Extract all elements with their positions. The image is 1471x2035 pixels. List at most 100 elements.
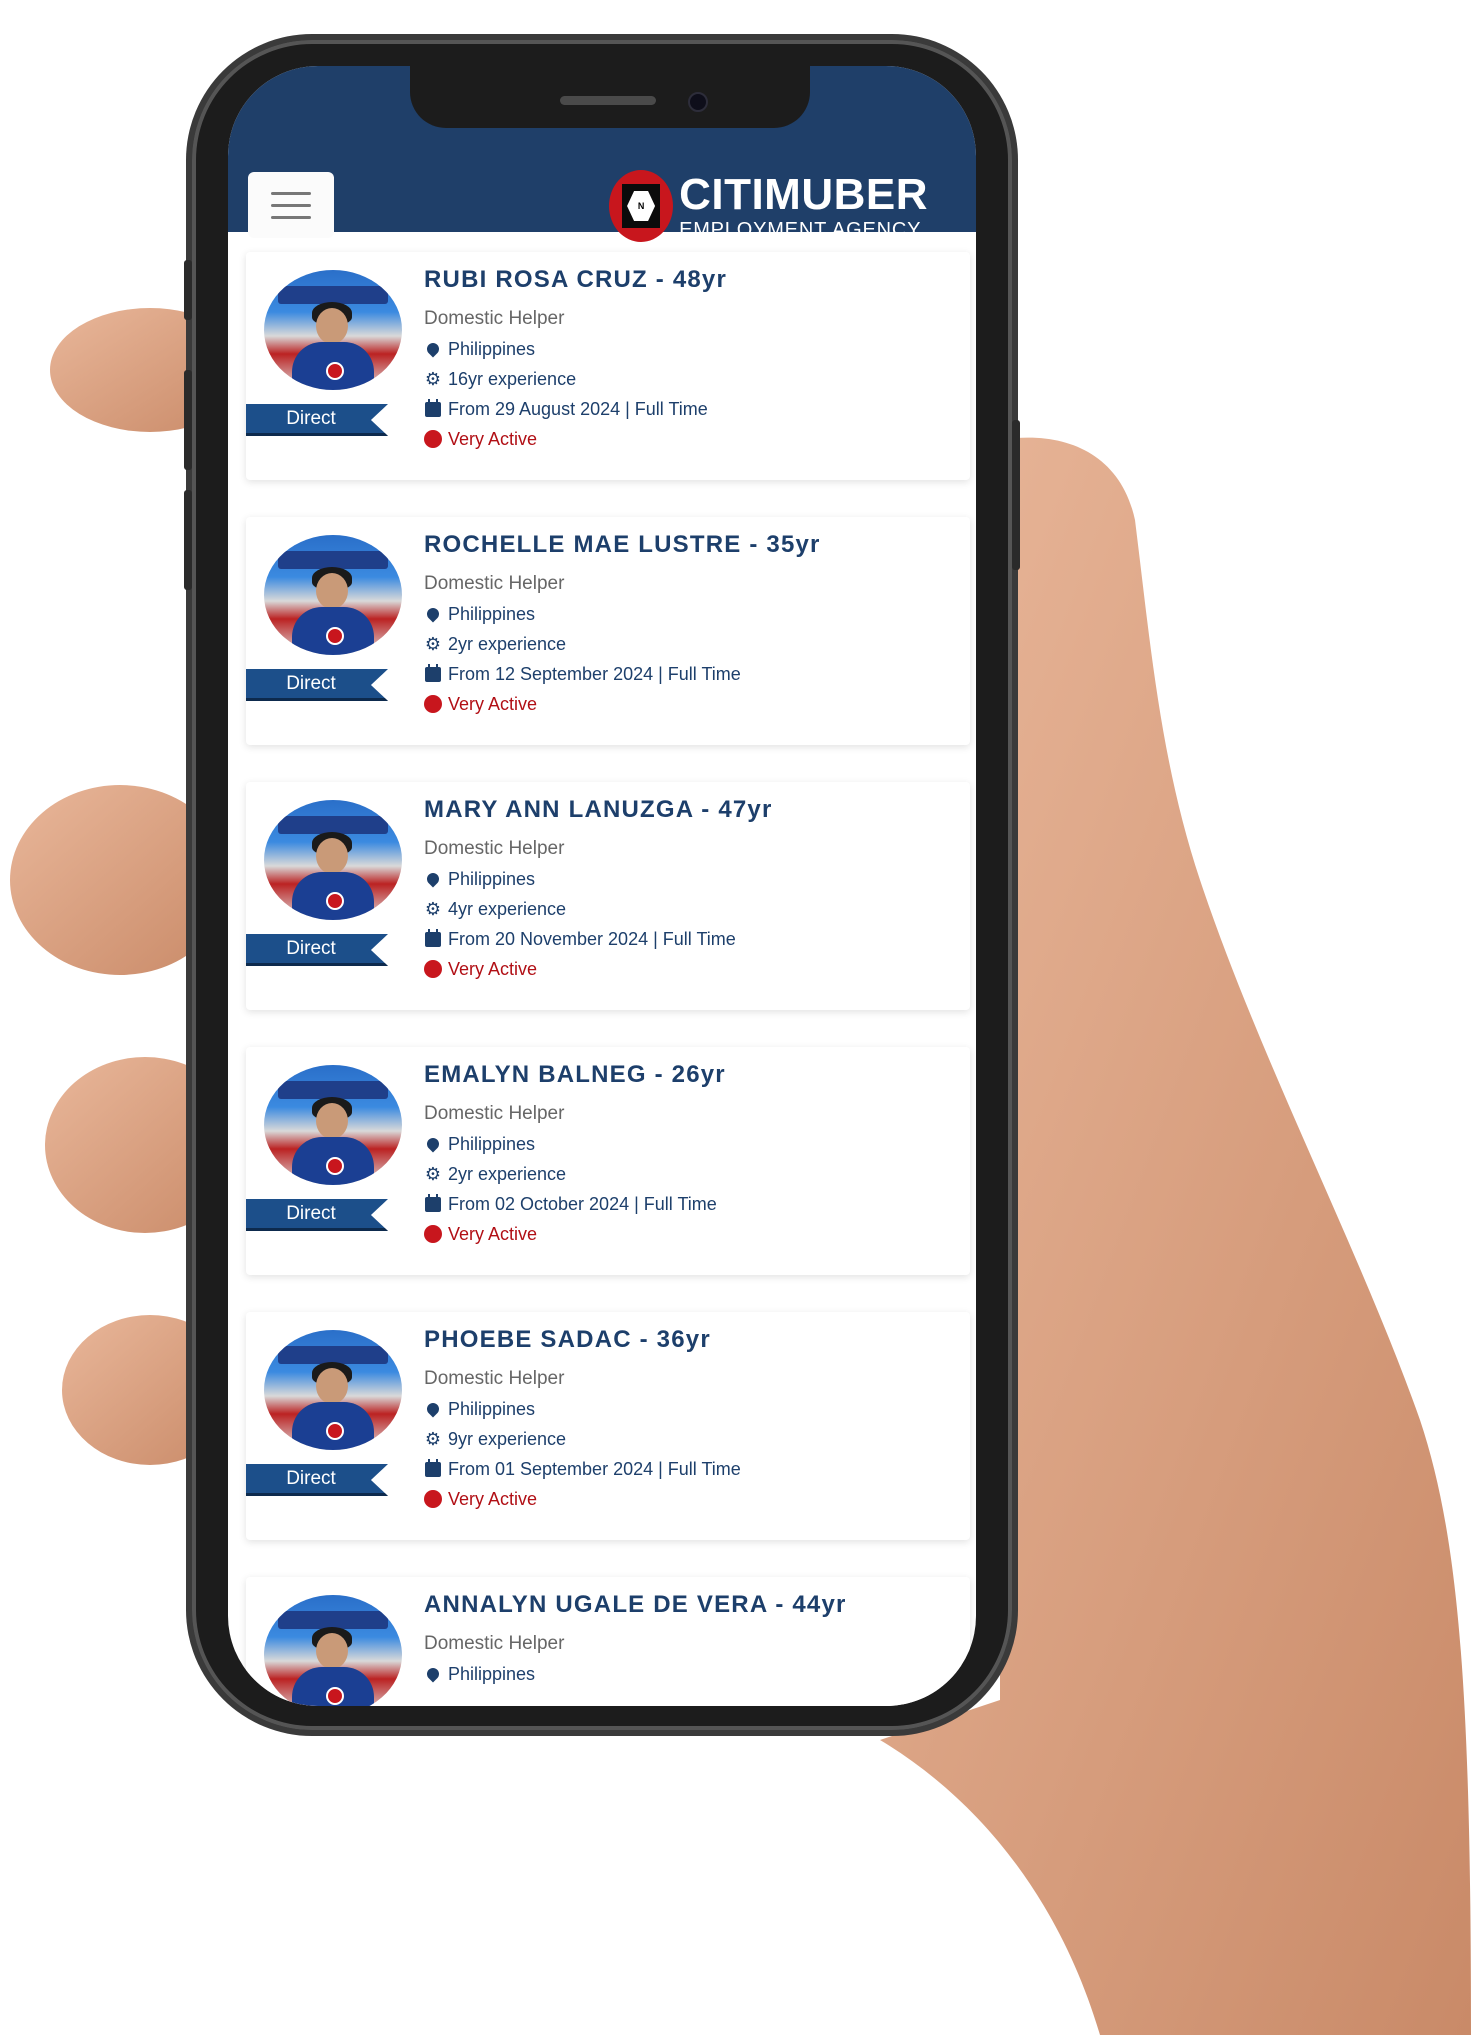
candidate-name[interactable]: PHOEBE SADAC - 36yr bbox=[424, 1326, 741, 1354]
country-row: Philippines bbox=[424, 1663, 847, 1685]
status-dot-icon bbox=[424, 430, 442, 448]
experience-row: ⚙ 2yr experience bbox=[424, 1163, 726, 1185]
phone-volume-down bbox=[184, 490, 192, 590]
hamburger-menu-button[interactable] bbox=[248, 172, 334, 238]
experience-row: ⚙ 9yr experience bbox=[424, 1428, 741, 1450]
candidate-country: Philippines bbox=[448, 1663, 536, 1684]
candidate-card[interactable]: Direct RUBI ROSA CRUZ - 48yr Domestic He… bbox=[246, 252, 970, 480]
candidate-card[interactable]: Direct PHOEBE SADAC - 36yr Domestic Help… bbox=[246, 1312, 970, 1540]
brand-logo[interactable]: N CITIMUBER EMPLOYMENT AGENCY bbox=[609, 170, 928, 242]
candidate-availability: From 29 August 2024 | Full Time bbox=[448, 398, 708, 419]
candidate-role: Domestic Helper bbox=[424, 838, 565, 859]
experience-row: ⚙ 16yr experience bbox=[424, 368, 727, 390]
phone-frame: N CITIMUBER EMPLOYMENT AGENCY Direct RUB… bbox=[184, 40, 1020, 1730]
candidate-card[interactable]: Direct MARY ANN LANUZGA - 47yr Domestic … bbox=[246, 782, 970, 1010]
photo-head bbox=[316, 1103, 348, 1139]
experience-row: ⚙ 2yr experience bbox=[424, 633, 821, 655]
country-row: Philippines bbox=[424, 338, 727, 360]
candidate-photo[interactable] bbox=[264, 800, 402, 920]
candidate-photo[interactable] bbox=[264, 1595, 402, 1706]
candidate-role: Domestic Helper bbox=[424, 1368, 565, 1389]
map-pin-icon bbox=[424, 1400, 442, 1418]
gear-icon: ⚙ bbox=[424, 369, 442, 389]
logo-mark-letter: N bbox=[627, 191, 656, 221]
candidate-card[interactable]: ANNALYN UGALE DE VERA - 44yr Domestic He… bbox=[246, 1577, 970, 1706]
candidate-card[interactable]: Direct EMALYN BALNEG - 26yr Domestic Hel… bbox=[246, 1047, 970, 1275]
calendar-icon bbox=[424, 1458, 442, 1477]
candidate-photo[interactable] bbox=[264, 535, 402, 655]
calendar-icon bbox=[424, 928, 442, 947]
availability-row: From 29 August 2024 | Full Time bbox=[424, 398, 727, 420]
phone-notch bbox=[410, 66, 810, 128]
candidate-country: Philippines bbox=[448, 1398, 536, 1419]
availability-row: From 02 October 2024 | Full Time bbox=[424, 1193, 726, 1215]
photo-head bbox=[316, 308, 348, 344]
status-row: Very Active bbox=[424, 428, 727, 450]
candidate-name[interactable]: ANNALYN UGALE DE VERA - 44yr bbox=[424, 1591, 847, 1619]
hamburger-menu-icon-line bbox=[271, 191, 311, 195]
hamburger-menu-icon-line bbox=[271, 215, 311, 219]
candidate-country: Philippines bbox=[448, 338, 536, 359]
country-row: Philippines bbox=[424, 868, 773, 890]
calendar-icon bbox=[424, 663, 442, 682]
candidate-photo[interactable] bbox=[264, 1065, 402, 1185]
candidate-availability: From 01 September 2024 | Full Time bbox=[448, 1458, 741, 1479]
candidate-experience: 2yr experience bbox=[448, 633, 567, 654]
photo-head bbox=[316, 838, 348, 874]
candidate-status: Very Active bbox=[448, 1488, 538, 1509]
candidate-availability: From 20 November 2024 | Full Time bbox=[448, 928, 736, 949]
gear-icon: ⚙ bbox=[424, 1164, 442, 1184]
candidate-card[interactable]: Direct ROCHELLE MAE LUSTRE - 35yr Domest… bbox=[246, 517, 970, 745]
candidate-name[interactable]: RUBI ROSA CRUZ - 48yr bbox=[424, 266, 727, 294]
candidate-status: Very Active bbox=[448, 1223, 538, 1244]
phone-power-button bbox=[1012, 420, 1020, 570]
calendar-icon bbox=[424, 1193, 442, 1212]
speaker-grille bbox=[560, 96, 656, 105]
candidate-role: Domestic Helper bbox=[424, 573, 565, 594]
gear-icon: ⚙ bbox=[424, 899, 442, 919]
logo-mark-icon: N bbox=[609, 170, 674, 242]
status-dot-icon bbox=[424, 695, 442, 713]
gear-icon: ⚙ bbox=[424, 634, 442, 654]
photo-head bbox=[316, 1368, 348, 1404]
candidate-role: Domestic Helper bbox=[424, 1103, 565, 1124]
map-pin-icon bbox=[424, 1135, 442, 1153]
candidate-photo[interactable] bbox=[264, 270, 402, 390]
photo-head bbox=[316, 1633, 348, 1669]
candidate-experience: 4yr experience bbox=[448, 898, 567, 919]
hire-type-badge: Direct bbox=[246, 934, 388, 966]
candidate-country: Philippines bbox=[448, 1133, 536, 1154]
map-pin-icon bbox=[424, 1665, 442, 1683]
status-row: Very Active bbox=[424, 958, 773, 980]
country-row: Philippines bbox=[424, 1398, 741, 1420]
gear-icon: ⚙ bbox=[424, 1429, 442, 1449]
candidate-role: Domestic Helper bbox=[424, 1633, 565, 1654]
availability-row: From 20 November 2024 | Full Time bbox=[424, 928, 773, 950]
candidate-status: Very Active bbox=[448, 693, 538, 714]
status-dot-icon bbox=[424, 1490, 442, 1508]
map-pin-icon bbox=[424, 870, 442, 888]
candidate-status: Very Active bbox=[448, 958, 538, 979]
candidate-name[interactable]: EMALYN BALNEG - 26yr bbox=[424, 1061, 726, 1089]
photo-emblem bbox=[326, 1687, 344, 1705]
front-camera bbox=[688, 92, 708, 112]
photo-emblem bbox=[326, 1157, 344, 1175]
photo-emblem bbox=[326, 1422, 344, 1440]
candidate-availability: From 12 September 2024 | Full Time bbox=[448, 663, 741, 684]
hamburger-menu-icon-line bbox=[271, 203, 311, 207]
candidate-country: Philippines bbox=[448, 868, 536, 889]
candidate-photo[interactable] bbox=[264, 1330, 402, 1450]
status-row: Very Active bbox=[424, 693, 821, 715]
candidate-role: Domestic Helper bbox=[424, 308, 565, 329]
phone-screen: N CITIMUBER EMPLOYMENT AGENCY Direct RUB… bbox=[228, 66, 976, 1706]
candidate-name[interactable]: MARY ANN LANUZGA - 47yr bbox=[424, 796, 773, 824]
logo-subtitle: EMPLOYMENT AGENCY bbox=[679, 218, 922, 241]
hire-type-badge: Direct bbox=[246, 1199, 388, 1231]
candidate-name[interactable]: ROCHELLE MAE LUSTRE - 35yr bbox=[424, 531, 821, 559]
hire-type-badge: Direct bbox=[246, 669, 388, 701]
status-row: Very Active bbox=[424, 1223, 726, 1245]
availability-row: From 01 September 2024 | Full Time bbox=[424, 1458, 741, 1480]
photo-emblem bbox=[326, 892, 344, 910]
phone-volume-up bbox=[184, 370, 192, 470]
status-dot-icon bbox=[424, 1225, 442, 1243]
